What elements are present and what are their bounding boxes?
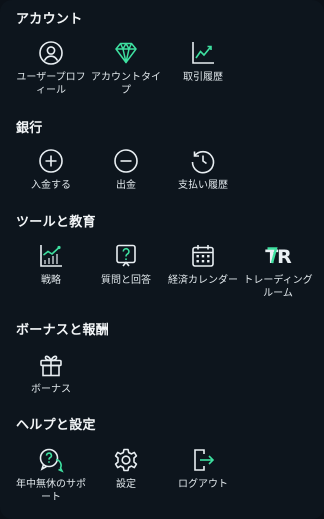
- logout-label: ログアウト: [178, 479, 228, 490]
- qa-label: 質問と回答: [101, 275, 151, 286]
- logout-button[interactable]: ログアウト: [164, 446, 242, 491]
- question-bubble-icon: [112, 242, 140, 270]
- diamond-icon: [112, 39, 140, 67]
- account-type-label: アカウントタイプ: [91, 72, 161, 96]
- deposit-label: 入金する: [31, 180, 71, 191]
- support-chat-icon: [37, 446, 65, 474]
- support-button[interactable]: 年中無休のサポート: [12, 446, 90, 504]
- economic-calendar-button[interactable]: 経済カレンダー: [164, 242, 242, 287]
- calendar-icon: [189, 242, 217, 270]
- trade-chart-icon: [189, 39, 217, 67]
- section-title-help: ヘルプと設定: [16, 418, 96, 433]
- user-profile-button[interactable]: ユーザープロフィール: [12, 39, 90, 97]
- settings-label: 設定: [116, 479, 136, 490]
- strategy-chart-icon: [37, 242, 65, 270]
- bonus-label: ボーナス: [31, 384, 71, 395]
- user-profile-icon: [37, 39, 65, 67]
- withdraw-button[interactable]: 出金: [87, 147, 165, 192]
- menu-panel: アカウント ユーザープロフィール アカウントタイプ 取引履歴 銀行 入金する 出…: [0, 0, 324, 519]
- user-profile-label: ユーザープロフィール: [16, 72, 86, 96]
- trading-room-button[interactable]: TR トレーディングルーム: [239, 242, 317, 300]
- logout-icon: [189, 446, 217, 474]
- section-title-bonus: ボーナスと報酬: [16, 323, 110, 338]
- economic-calendar-label: 経済カレンダー: [168, 275, 238, 286]
- trade-history-label: 取引履歴: [183, 72, 223, 83]
- gear-icon: [112, 446, 140, 474]
- deposit-button[interactable]: 入金する: [12, 147, 90, 192]
- bonus-button[interactable]: ボーナス: [12, 351, 90, 396]
- withdraw-label: 出金: [116, 180, 136, 191]
- section-title-account: アカウント: [16, 12, 83, 27]
- history-clock-icon: [189, 147, 217, 175]
- trading-room-logo-icon: TR: [264, 242, 292, 270]
- strategy-button[interactable]: 戦略: [12, 242, 90, 287]
- qa-button[interactable]: 質問と回答: [87, 242, 165, 287]
- settings-button[interactable]: 設定: [87, 446, 165, 491]
- trade-history-button[interactable]: 取引履歴: [164, 39, 242, 84]
- strategy-label: 戦略: [41, 275, 61, 286]
- gift-icon: [37, 351, 65, 379]
- payment-history-label: 支払い履歴: [178, 180, 228, 191]
- plus-circle-icon: [37, 147, 65, 175]
- support-label: 年中無休のサポート: [16, 479, 86, 503]
- payment-history-button[interactable]: 支払い履歴: [164, 147, 242, 192]
- section-title-tools: ツールと教育: [16, 215, 96, 230]
- minus-circle-icon: [112, 147, 140, 175]
- account-type-button[interactable]: アカウントタイプ: [87, 39, 165, 97]
- trading-room-label: トレーディングルーム: [243, 275, 313, 299]
- section-title-bank: 銀行: [16, 121, 43, 136]
